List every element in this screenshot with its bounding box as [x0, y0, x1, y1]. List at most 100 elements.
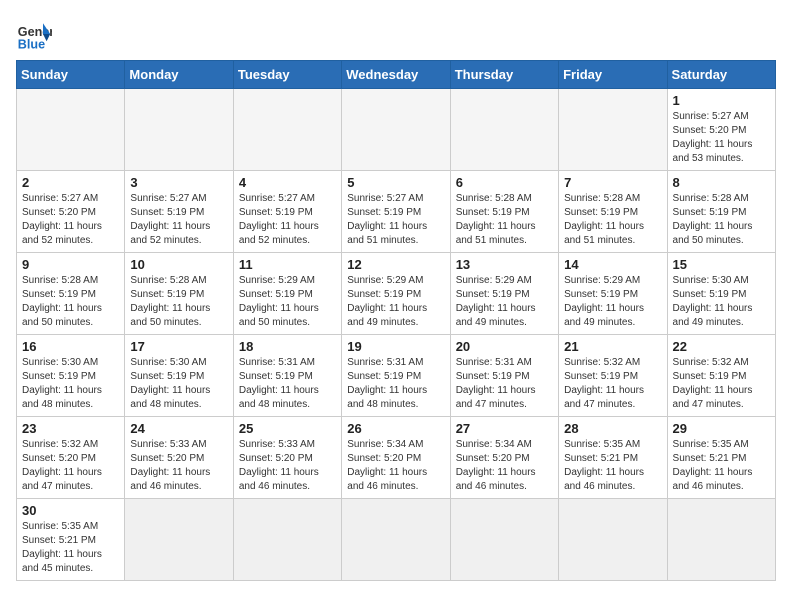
day-info: Sunrise: 5:27 AM Sunset: 5:19 PM Dayligh…	[130, 192, 227, 248]
day-number: 9	[22, 257, 119, 272]
calendar-cell: 30 Sunrise: 5:35 AM Sunset: 5:21 PM Dayli…	[17, 499, 125, 581]
calendar-cell: 23 Sunrise: 5:32 AM Sunset: 5:20 PM Dayli…	[17, 417, 125, 499]
day-info: Sunrise: 5:35 AM Sunset: 5:21 PM Dayligh…	[22, 520, 119, 576]
day-info: Sunrise: 5:28 AM Sunset: 5:19 PM Dayligh…	[564, 192, 661, 248]
day-info: Sunrise: 5:31 AM Sunset: 5:19 PM Dayligh…	[239, 356, 336, 412]
calendar-cell: 3 Sunrise: 5:27 AM Sunset: 5:19 PM Daylig…	[125, 171, 233, 253]
day-info: Sunrise: 5:27 AM Sunset: 5:19 PM Dayligh…	[347, 192, 444, 248]
day-info: Sunrise: 5:33 AM Sunset: 5:20 PM Dayligh…	[130, 438, 227, 494]
calendar-cell: 25 Sunrise: 5:33 AM Sunset: 5:20 PM Dayli…	[233, 417, 341, 499]
day-info: Sunrise: 5:28 AM Sunset: 5:19 PM Dayligh…	[673, 192, 770, 248]
day-number: 25	[239, 421, 336, 436]
calendar-week-1: 1 Sunrise: 5:27 AM Sunset: 5:20 PM Daylig…	[17, 89, 776, 171]
calendar-cell	[233, 499, 341, 581]
calendar-cell	[559, 499, 667, 581]
page-header: General Blue	[16, 16, 776, 52]
calendar-cell: 10 Sunrise: 5:28 AM Sunset: 5:19 PM Dayli…	[125, 253, 233, 335]
day-info: Sunrise: 5:32 AM Sunset: 5:20 PM Dayligh…	[22, 438, 119, 494]
calendar-cell	[342, 89, 450, 171]
day-number: 1	[673, 93, 770, 108]
calendar-week-4: 16 Sunrise: 5:30 AM Sunset: 5:19 PM Dayli…	[17, 335, 776, 417]
calendar-table: SundayMondayTuesdayWednesdayThursdayFrid…	[16, 60, 776, 581]
day-number: 7	[564, 175, 661, 190]
calendar-cell: 17 Sunrise: 5:30 AM Sunset: 5:19 PM Dayli…	[125, 335, 233, 417]
calendar-cell	[667, 499, 775, 581]
day-info: Sunrise: 5:28 AM Sunset: 5:19 PM Dayligh…	[130, 274, 227, 330]
calendar-cell	[559, 89, 667, 171]
day-info: Sunrise: 5:30 AM Sunset: 5:19 PM Dayligh…	[130, 356, 227, 412]
day-number: 15	[673, 257, 770, 272]
calendar-cell	[125, 89, 233, 171]
day-info: Sunrise: 5:29 AM Sunset: 5:19 PM Dayligh…	[456, 274, 553, 330]
day-number: 2	[22, 175, 119, 190]
day-info: Sunrise: 5:27 AM Sunset: 5:20 PM Dayligh…	[22, 192, 119, 248]
day-info: Sunrise: 5:34 AM Sunset: 5:20 PM Dayligh…	[347, 438, 444, 494]
day-info: Sunrise: 5:30 AM Sunset: 5:19 PM Dayligh…	[22, 356, 119, 412]
col-header-thursday: Thursday	[450, 61, 558, 89]
day-info: Sunrise: 5:35 AM Sunset: 5:21 PM Dayligh…	[673, 438, 770, 494]
calendar-cell: 29Sunrise: 5:35 AM Sunset: 5:21 PM Dayli…	[667, 417, 775, 499]
day-info: Sunrise: 5:31 AM Sunset: 5:19 PM Dayligh…	[347, 356, 444, 412]
col-header-wednesday: Wednesday	[342, 61, 450, 89]
calendar-cell	[17, 89, 125, 171]
calendar-cell: 7 Sunrise: 5:28 AM Sunset: 5:19 PM Daylig…	[559, 171, 667, 253]
calendar-cell: 5 Sunrise: 5:27 AM Sunset: 5:19 PM Daylig…	[342, 171, 450, 253]
logo-icon: General Blue	[16, 16, 52, 52]
day-info: Sunrise: 5:28 AM Sunset: 5:19 PM Dayligh…	[456, 192, 553, 248]
calendar-cell: 26 Sunrise: 5:34 AM Sunset: 5:20 PM Dayli…	[342, 417, 450, 499]
calendar-cell	[450, 499, 558, 581]
day-number: 16	[22, 339, 119, 354]
day-number: 26	[347, 421, 444, 436]
calendar-cell	[450, 89, 558, 171]
day-info: Sunrise: 5:34 AM Sunset: 5:20 PM Dayligh…	[456, 438, 553, 494]
day-info: Sunrise: 5:30 AM Sunset: 5:19 PM Dayligh…	[673, 274, 770, 330]
day-info: Sunrise: 5:33 AM Sunset: 5:20 PM Dayligh…	[239, 438, 336, 494]
calendar-week-5: 23 Sunrise: 5:32 AM Sunset: 5:20 PM Dayli…	[17, 417, 776, 499]
day-number: 8	[673, 175, 770, 190]
day-info: Sunrise: 5:29 AM Sunset: 5:19 PM Dayligh…	[564, 274, 661, 330]
calendar-week-3: 9 Sunrise: 5:28 AM Sunset: 5:19 PM Daylig…	[17, 253, 776, 335]
day-number: 20	[456, 339, 553, 354]
day-info: Sunrise: 5:35 AM Sunset: 5:21 PM Dayligh…	[564, 438, 661, 494]
day-number: 3	[130, 175, 227, 190]
day-number: 12	[347, 257, 444, 272]
day-number: 30	[22, 503, 119, 518]
calendar-cell: 4 Sunrise: 5:27 AM Sunset: 5:19 PM Daylig…	[233, 171, 341, 253]
day-number: 10	[130, 257, 227, 272]
calendar-cell: 20Sunrise: 5:31 AM Sunset: 5:19 PM Dayli…	[450, 335, 558, 417]
day-number: 4	[239, 175, 336, 190]
calendar-cell	[233, 89, 341, 171]
calendar-cell	[342, 499, 450, 581]
day-info: Sunrise: 5:29 AM Sunset: 5:19 PM Dayligh…	[347, 274, 444, 330]
calendar-cell: 18 Sunrise: 5:31 AM Sunset: 5:19 PM Dayli…	[233, 335, 341, 417]
calendar-week-2: 2 Sunrise: 5:27 AM Sunset: 5:20 PM Daylig…	[17, 171, 776, 253]
logo: General Blue	[16, 16, 52, 52]
day-info: Sunrise: 5:28 AM Sunset: 5:19 PM Dayligh…	[22, 274, 119, 330]
day-number: 18	[239, 339, 336, 354]
calendar-cell: 24Sunrise: 5:33 AM Sunset: 5:20 PM Dayli…	[125, 417, 233, 499]
day-number: 5	[347, 175, 444, 190]
calendar-cell: 21Sunrise: 5:32 AM Sunset: 5:19 PM Dayli…	[559, 335, 667, 417]
day-info: Sunrise: 5:32 AM Sunset: 5:19 PM Dayligh…	[673, 356, 770, 412]
day-number: 6	[456, 175, 553, 190]
day-number: 28	[564, 421, 661, 436]
day-info: Sunrise: 5:27 AM Sunset: 5:19 PM Dayligh…	[239, 192, 336, 248]
calendar-cell: 15 Sunrise: 5:30 AM Sunset: 5:19 PM Dayli…	[667, 253, 775, 335]
col-header-saturday: Saturday	[667, 61, 775, 89]
calendar-cell: 6 Sunrise: 5:28 AM Sunset: 5:19 PM Daylig…	[450, 171, 558, 253]
day-info: Sunrise: 5:29 AM Sunset: 5:19 PM Dayligh…	[239, 274, 336, 330]
calendar-cell	[125, 499, 233, 581]
calendar-cell: 14Sunrise: 5:29 AM Sunset: 5:19 PM Dayli…	[559, 253, 667, 335]
col-header-sunday: Sunday	[17, 61, 125, 89]
day-number: 11	[239, 257, 336, 272]
calendar-cell: 16 Sunrise: 5:30 AM Sunset: 5:19 PM Dayli…	[17, 335, 125, 417]
calendar-cell: 13 Sunrise: 5:29 AM Sunset: 5:19 PM Dayli…	[450, 253, 558, 335]
calendar-cell: 11 Sunrise: 5:29 AM Sunset: 5:19 PM Dayli…	[233, 253, 341, 335]
calendar-cell: 12 Sunrise: 5:29 AM Sunset: 5:19 PM Dayli…	[342, 253, 450, 335]
calendar-cell: 2 Sunrise: 5:27 AM Sunset: 5:20 PM Daylig…	[17, 171, 125, 253]
day-info: Sunrise: 5:27 AM Sunset: 5:20 PM Dayligh…	[673, 110, 770, 166]
day-number: 19	[347, 339, 444, 354]
day-number: 17	[130, 339, 227, 354]
day-number: 13	[456, 257, 553, 272]
day-number: 23	[22, 421, 119, 436]
